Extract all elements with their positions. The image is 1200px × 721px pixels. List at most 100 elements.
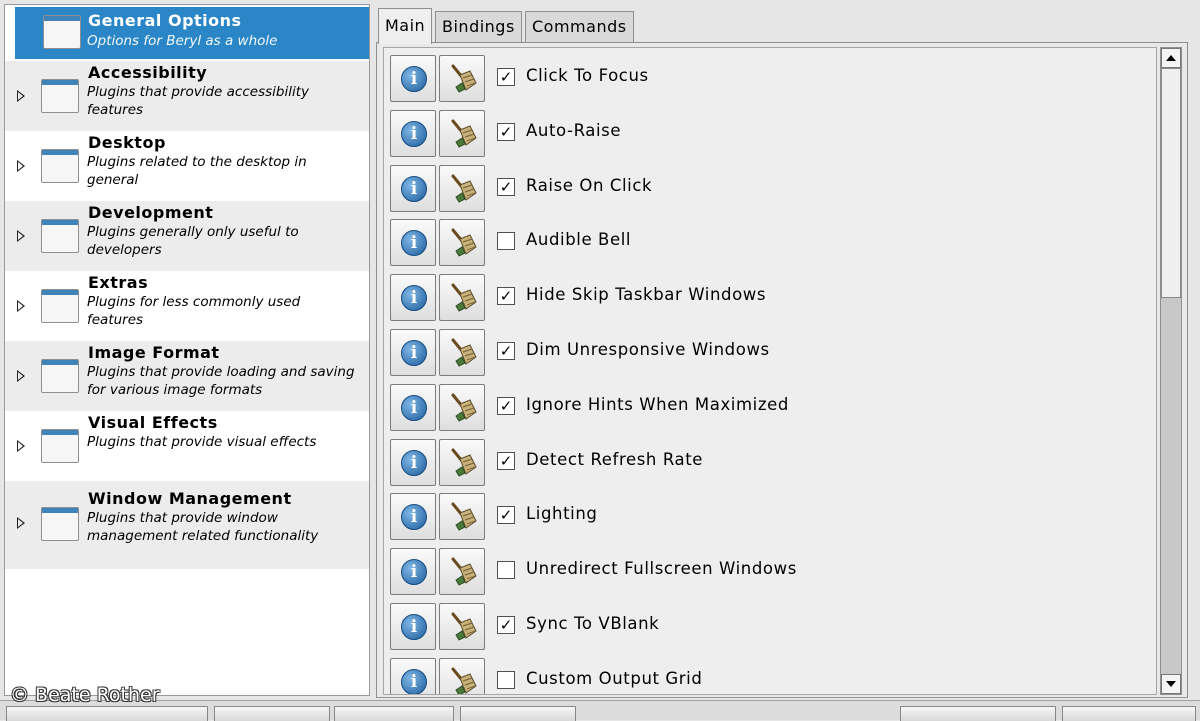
option-row: i ✓ Auto-Raise bbox=[384, 107, 1154, 159]
bottom-button[interactable] bbox=[334, 706, 454, 721]
bottom-button[interactable] bbox=[214, 706, 330, 721]
expander-arrow-icon[interactable] bbox=[17, 370, 25, 382]
option-checkbox[interactable]: ✓ bbox=[497, 342, 515, 360]
category-title: Image Format bbox=[88, 343, 220, 362]
bottom-button-bar bbox=[0, 700, 1200, 721]
option-checkbox[interactable]: ✓ bbox=[497, 177, 515, 196]
category-extras[interactable]: Extras Plugins for less commonly used fe… bbox=[5, 271, 369, 341]
reset-button[interactable] bbox=[439, 383, 485, 431]
window-icon bbox=[41, 359, 79, 393]
category-description: Options for Beryl as a whole bbox=[87, 33, 278, 49]
option-checkbox[interactable]: ✓ bbox=[497, 506, 515, 525]
option-row: i ✓ Sync To VBlank bbox=[384, 600, 1154, 652]
option-row: i Custom Output Grid bbox=[384, 655, 1154, 694]
scrollbar-thumb[interactable] bbox=[1161, 68, 1181, 298]
reset-button[interactable] bbox=[439, 274, 485, 322]
category-title: Window Management bbox=[88, 489, 292, 508]
expander-arrow-icon[interactable] bbox=[17, 160, 25, 172]
option-checkbox[interactable] bbox=[497, 561, 515, 580]
category-description: Plugins that provide window management r… bbox=[87, 510, 319, 544]
info-button[interactable]: i bbox=[390, 548, 436, 596]
expander-arrow-icon[interactable] bbox=[17, 230, 25, 242]
info-icon: i bbox=[401, 230, 427, 257]
info-button[interactable]: i bbox=[390, 383, 436, 431]
info-button[interactable]: i bbox=[390, 109, 436, 157]
window-icon bbox=[43, 15, 81, 49]
category-desktop[interactable]: Desktop Plugins related to the desktop i… bbox=[5, 131, 369, 201]
category-description: Plugins related to the desktop in genera… bbox=[87, 154, 307, 188]
category-title: Development bbox=[88, 203, 214, 222]
info-icon: i bbox=[401, 175, 427, 202]
option-checkbox[interactable]: ✓ bbox=[497, 287, 515, 306]
option-checkbox[interactable] bbox=[497, 232, 515, 251]
option-checkbox[interactable]: ✓ bbox=[497, 122, 515, 141]
reset-button[interactable] bbox=[439, 329, 485, 376]
info-button[interactable]: i bbox=[390, 657, 436, 694]
category-general-options[interactable]: General Options Options for Beryl as a w… bbox=[15, 7, 369, 59]
option-checkbox[interactable] bbox=[497, 670, 515, 689]
bottom-button[interactable] bbox=[1062, 706, 1196, 721]
window-icon bbox=[41, 289, 79, 323]
category-development[interactable]: Development Plugins generally only usefu… bbox=[5, 201, 369, 271]
reset-button[interactable] bbox=[439, 548, 485, 596]
info-icon: i bbox=[401, 504, 427, 531]
info-button[interactable]: i bbox=[390, 164, 436, 212]
scroll-up-arrow-icon[interactable] bbox=[1161, 48, 1181, 68]
info-icon: i bbox=[401, 66, 427, 92]
reset-button[interactable] bbox=[439, 603, 485, 650]
category-image-format[interactable]: Image Format Plugins that provide loadin… bbox=[5, 341, 369, 411]
window-icon bbox=[41, 79, 79, 113]
info-icon: i bbox=[401, 449, 427, 476]
info-button[interactable]: i bbox=[390, 603, 436, 650]
tab-bindings[interactable]: Bindings bbox=[435, 11, 522, 43]
option-row: i Audible Bell bbox=[384, 216, 1154, 268]
category-title: Desktop bbox=[88, 133, 166, 152]
bottom-button[interactable] bbox=[900, 706, 1056, 721]
window-icon bbox=[41, 507, 79, 541]
window-icon bbox=[41, 429, 79, 463]
category-accessibility[interactable]: Accessibility Plugins that provide acces… bbox=[5, 61, 369, 131]
reset-button[interactable] bbox=[439, 219, 485, 267]
bottom-button[interactable] bbox=[6, 706, 208, 721]
tab-label: Main bbox=[385, 16, 426, 35]
option-checkbox[interactable]: ✓ bbox=[497, 68, 515, 86]
bottom-button[interactable] bbox=[460, 706, 576, 721]
info-button[interactable]: i bbox=[390, 329, 436, 376]
category-description: Plugins for less commonly used features bbox=[87, 294, 301, 328]
info-button[interactable]: i bbox=[390, 438, 436, 486]
info-icon: i bbox=[401, 285, 427, 312]
option-row: i ✓ Raise On Click bbox=[384, 162, 1154, 214]
window-icon bbox=[41, 149, 79, 183]
info-icon: i bbox=[401, 559, 427, 586]
option-row: i ✓ Ignore Hints When Maximized bbox=[384, 381, 1154, 433]
category-visual-effects[interactable]: Visual Effects Plugins that provide visu… bbox=[5, 411, 369, 481]
reset-button[interactable] bbox=[439, 55, 485, 102]
expander-arrow-icon[interactable] bbox=[17, 90, 25, 102]
info-icon: i bbox=[401, 394, 427, 421]
scroll-down-arrow-icon[interactable] bbox=[1161, 674, 1181, 694]
option-checkbox[interactable]: ✓ bbox=[497, 451, 515, 470]
info-button[interactable]: i bbox=[390, 55, 436, 102]
reset-button[interactable] bbox=[439, 438, 485, 486]
info-button[interactable]: i bbox=[390, 274, 436, 322]
option-label: Unredirect Fullscreen Windows bbox=[526, 559, 797, 579]
option-checkbox[interactable]: ✓ bbox=[497, 616, 515, 634]
reset-button[interactable] bbox=[439, 493, 485, 541]
info-button[interactable]: i bbox=[390, 493, 436, 541]
option-row: i ✓ Click To Focus bbox=[384, 52, 1154, 104]
option-checkbox[interactable]: ✓ bbox=[497, 396, 515, 415]
option-label: Click To Focus bbox=[526, 66, 649, 85]
option-label: Sync To VBlank bbox=[526, 614, 660, 633]
tab-main[interactable]: Main bbox=[378, 8, 433, 44]
vertical-scrollbar[interactable] bbox=[1160, 47, 1182, 695]
category-window-management[interactable]: Window Management Plugins that provide w… bbox=[5, 481, 369, 569]
info-button[interactable]: i bbox=[390, 219, 436, 267]
reset-button[interactable] bbox=[439, 109, 485, 157]
expander-arrow-icon[interactable] bbox=[17, 300, 25, 312]
option-row: i ✓ Hide Skip Taskbar Windows bbox=[384, 271, 1154, 323]
expander-arrow-icon[interactable] bbox=[17, 440, 25, 452]
reset-button[interactable] bbox=[439, 657, 485, 694]
expander-arrow-icon[interactable] bbox=[17, 517, 25, 529]
reset-button[interactable] bbox=[439, 164, 485, 212]
tab-commands[interactable]: Commands bbox=[525, 11, 634, 43]
